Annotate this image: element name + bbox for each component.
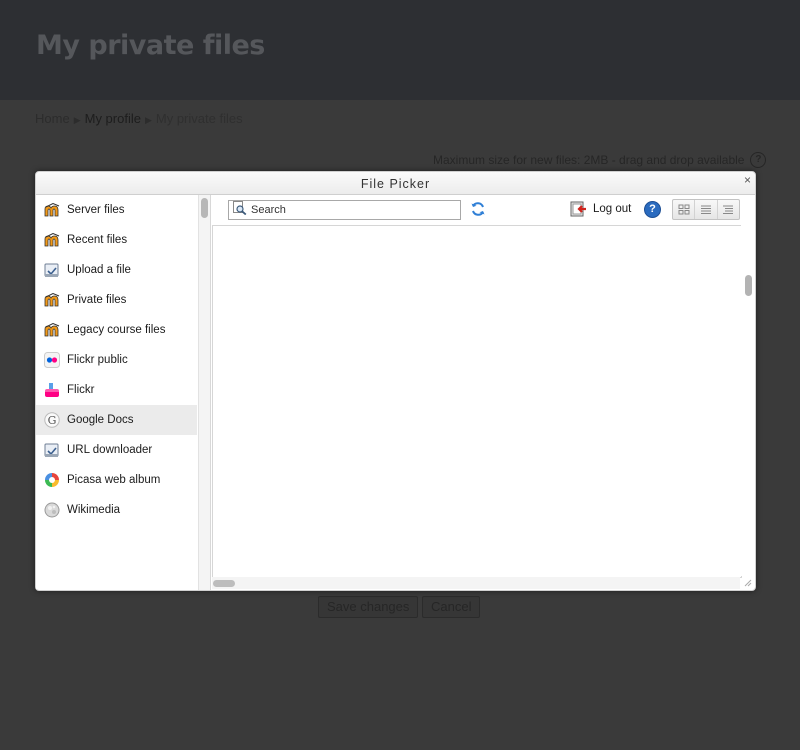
- sidebar-scroll-thumb[interactable]: [201, 198, 208, 218]
- breadcrumb-separator-icon: ▶: [144, 115, 152, 125]
- dialog-title: File Picker: [360, 177, 431, 191]
- moodle-icon: [44, 292, 60, 308]
- sidebar-item-label: Server files: [67, 204, 125, 216]
- breadcrumb-current: My private files: [155, 111, 243, 126]
- sidebar-item-recent-files[interactable]: Recent files: [36, 225, 197, 255]
- search-icon: [233, 200, 247, 220]
- sidebar-item-google-docs[interactable]: G Google Docs: [36, 405, 197, 435]
- sidebar-item-upload-a-file[interactable]: Upload a file: [36, 255, 197, 285]
- icon-view-button[interactable]: [673, 200, 696, 219]
- sidebar-item-label: URL downloader: [67, 444, 153, 456]
- tree-view-icon: [723, 205, 734, 214]
- vertical-scroll-thumb[interactable]: [745, 275, 752, 296]
- sidebar-item-picasa-web-album[interactable]: Picasa web album: [36, 465, 197, 495]
- wikimedia-icon: [44, 502, 60, 518]
- sidebar-item-flickr[interactable]: Flickr: [36, 375, 197, 405]
- max-size-text: Maximum size for new files: 2MB - drag a…: [433, 153, 745, 167]
- logout-icon: [570, 201, 586, 217]
- svg-text:G: G: [48, 414, 57, 427]
- logout-label: Log out: [593, 203, 632, 215]
- url-downloader-icon: [44, 442, 60, 458]
- horizontal-scroll-thumb[interactable]: [213, 580, 235, 587]
- sidebar-item-flickr-public[interactable]: Flickr public: [36, 345, 197, 375]
- flickr-icon: [44, 382, 60, 398]
- resize-grip-icon[interactable]: [744, 579, 752, 587]
- sidebar-item-server-files[interactable]: Server files: [36, 195, 197, 225]
- max-size-note: Maximum size for new files: 2MB - drag a…: [433, 152, 767, 168]
- grid-view-icon: [678, 204, 690, 215]
- sidebar-item-label: Flickr public: [67, 354, 128, 366]
- file-picker-toolbar: Log out ?: [212, 195, 741, 225]
- save-changes-button[interactable]: Save changes: [318, 596, 419, 618]
- page-title: My private files: [36, 30, 265, 61]
- repository-sidebar: Server files Recent files Upload a file …: [36, 195, 197, 589]
- sidebar-item-label: Recent files: [67, 234, 128, 246]
- file-listing-area[interactable]: [212, 225, 742, 578]
- list-view-button[interactable]: [695, 200, 718, 219]
- upload-icon: [44, 262, 60, 278]
- search-input[interactable]: [251, 204, 446, 216]
- moodle-icon: [44, 322, 60, 338]
- view-mode-switcher: [672, 199, 740, 220]
- moodle-icon: [44, 202, 60, 218]
- breadcrumb-separator-icon: ▶: [73, 115, 81, 125]
- sidebar-item-label: Legacy course files: [67, 324, 166, 336]
- help-icon[interactable]: ?: [644, 201, 661, 218]
- logout-button[interactable]: Log out: [570, 201, 631, 217]
- tree-view-button[interactable]: [718, 200, 739, 219]
- picasa-icon: [44, 472, 60, 488]
- sidebar-item-label: Google Docs: [67, 414, 134, 426]
- content-vertical-scrollbar[interactable]: [741, 225, 754, 576]
- flickr-public-icon: [44, 352, 60, 368]
- sidebar-item-label: Flickr: [67, 384, 95, 396]
- sidebar-item-label: Private files: [67, 294, 127, 306]
- sidebar-item-legacy-course-files[interactable]: Legacy course files: [36, 315, 197, 345]
- breadcrumb: Home ▶ My profile ▶ My private files: [35, 111, 243, 126]
- sidebar-item-url-downloader[interactable]: URL downloader: [36, 435, 197, 465]
- page-header: My private files: [0, 0, 800, 100]
- list-view-icon: [700, 205, 711, 214]
- refresh-icon[interactable]: [470, 201, 486, 222]
- dialog-titlebar[interactable]: File Picker ×: [36, 172, 755, 195]
- breadcrumb-my-profile[interactable]: My profile: [85, 111, 141, 126]
- sidebar-item-wikimedia[interactable]: Wikimedia: [36, 495, 197, 525]
- google-docs-icon: G: [44, 412, 60, 428]
- cancel-button[interactable]: Cancel: [422, 596, 481, 618]
- content-horizontal-scrollbar[interactable]: [212, 577, 740, 589]
- sidebar-item-label: Picasa web album: [67, 474, 161, 486]
- close-icon[interactable]: ×: [744, 173, 751, 187]
- moodle-icon: [44, 232, 60, 248]
- breadcrumb-home[interactable]: Home: [35, 111, 70, 126]
- sidebar-item-label: Wikimedia: [67, 504, 121, 516]
- help-icon[interactable]: ?: [750, 152, 767, 168]
- search-field[interactable]: [228, 200, 461, 220]
- sidebar-item-private-files[interactable]: Private files: [36, 285, 197, 315]
- sidebar-item-label: Upload a file: [67, 264, 131, 276]
- sidebar-scrollbar[interactable]: [198, 195, 211, 590]
- file-picker-dialog: File Picker × Server files Recent files …: [35, 171, 756, 591]
